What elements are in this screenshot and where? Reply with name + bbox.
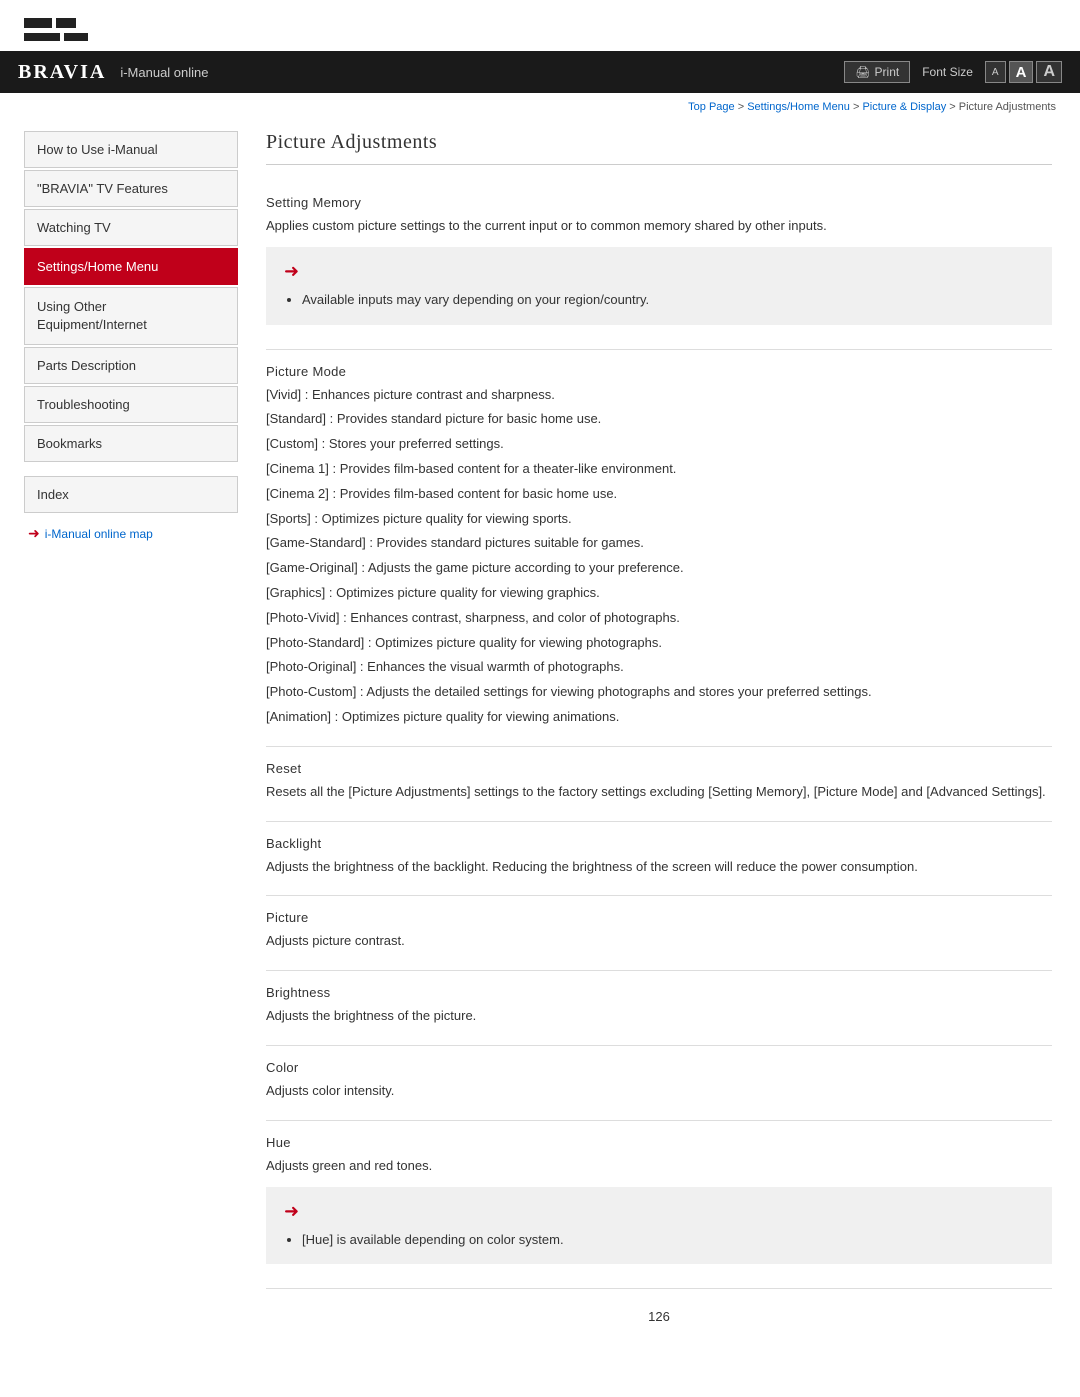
color-text: Adjusts color intensity. bbox=[266, 1081, 1052, 1102]
picture-mode-item-10: [Photo-Vivid] : Enhances contrast, sharp… bbox=[266, 608, 1052, 629]
section-color: Color Adjusts color intensity. bbox=[266, 1046, 1052, 1121]
section-title-backlight: Backlight bbox=[266, 836, 1052, 851]
section-title-color: Color bbox=[266, 1060, 1052, 1075]
sidebar-item-index[interactable]: Index bbox=[24, 476, 238, 513]
section-picture: Picture Adjusts picture contrast. bbox=[266, 896, 1052, 971]
hue-note-item: [Hue] is available depending on color sy… bbox=[302, 1230, 1034, 1251]
font-small-button[interactable]: A bbox=[985, 61, 1006, 83]
section-picture-mode: Picture Mode [Vivid] : Enhances picture … bbox=[266, 350, 1052, 747]
section-backlight: Backlight Adjusts the brightness of the … bbox=[266, 822, 1052, 897]
section-body-brightness: Adjusts the brightness of the picture. bbox=[266, 1006, 1052, 1027]
section-setting-memory: Setting Memory Applies custom picture se… bbox=[266, 181, 1052, 350]
breadcrumb-sep1: > bbox=[738, 101, 747, 113]
sidebar-item-watching-tv[interactable]: Watching TV bbox=[24, 209, 238, 246]
breadcrumb-picture-display[interactable]: Picture & Display bbox=[862, 101, 946, 113]
picture-mode-item-3: [Custom] : Stores your preferred setting… bbox=[266, 434, 1052, 455]
picture-mode-item-7: [Game-Standard] : Provides standard pict… bbox=[266, 533, 1052, 554]
page-number: 126 bbox=[266, 1309, 1052, 1324]
nav-right: 🖨 Print Font Size A A A bbox=[844, 61, 1062, 83]
font-medium-button[interactable]: A bbox=[1009, 61, 1034, 83]
breadcrumb-settings[interactable]: Settings/Home Menu bbox=[747, 101, 850, 113]
main-content: Picture Adjustments Setting Memory Appli… bbox=[238, 121, 1080, 1354]
print-icon: 🖨 bbox=[855, 65, 870, 79]
nav-subtitle: i-Manual online bbox=[120, 65, 208, 80]
sidebar-item-bookmarks[interactable]: Bookmarks bbox=[24, 425, 238, 462]
section-reset: Reset Resets all the [Picture Adjustment… bbox=[266, 747, 1052, 822]
picture-mode-item-14: [Animation] : Optimizes picture quality … bbox=[266, 707, 1052, 728]
imanual-map-link[interactable]: ➜ i-Manual online map bbox=[24, 525, 238, 542]
hue-text: Adjusts green and red tones. bbox=[266, 1156, 1052, 1177]
hue-note-arrow-icon: ➜ bbox=[284, 1201, 1034, 1222]
section-hue: Hue Adjusts green and red tones. ➜ [Hue]… bbox=[266, 1121, 1052, 1290]
breadcrumb-top[interactable]: Top Page bbox=[688, 101, 734, 113]
section-body-backlight: Adjusts the brightness of the backlight.… bbox=[266, 857, 1052, 878]
section-brightness: Brightness Adjusts the brightness of the… bbox=[266, 971, 1052, 1046]
section-title-hue: Hue bbox=[266, 1135, 1052, 1150]
hue-note: ➜ [Hue] is available depending on color … bbox=[266, 1187, 1052, 1265]
backlight-text: Adjusts the brightness of the backlight.… bbox=[266, 857, 1052, 878]
print-button[interactable]: 🖨 Print bbox=[844, 61, 910, 83]
setting-memory-note-item: Available inputs may vary depending on y… bbox=[302, 290, 1034, 311]
breadcrumb-current: Picture Adjustments bbox=[959, 101, 1056, 113]
section-title-picture-mode: Picture Mode bbox=[266, 364, 1052, 379]
section-body-setting-memory: Applies custom picture settings to the c… bbox=[266, 216, 1052, 237]
section-title-reset: Reset bbox=[266, 761, 1052, 776]
picture-mode-item-8: [Game-Original] : Adjusts the game pictu… bbox=[266, 558, 1052, 579]
sidebar-item-settings-home-menu[interactable]: Settings/Home Menu bbox=[24, 248, 238, 285]
brand-area: BRAVIA i-Manual online bbox=[18, 61, 209, 84]
sidebar-item-how-to-use[interactable]: How to Use i-Manual bbox=[24, 131, 238, 168]
sidebar-item-other-equipment[interactable]: Using OtherEquipment/Internet bbox=[24, 287, 238, 345]
picture-mode-item-2: [Standard] : Provides standard picture f… bbox=[266, 409, 1052, 430]
sidebar: How to Use i-Manual "BRAVIA" TV Features… bbox=[0, 121, 238, 1354]
picture-mode-item-6: [Sports] : Optimizes picture quality for… bbox=[266, 509, 1052, 530]
picture-mode-item-5: [Cinema 2] : Provides film-based content… bbox=[266, 484, 1052, 505]
section-body-hue: Adjusts green and red tones. bbox=[266, 1156, 1052, 1177]
setting-memory-text: Applies custom picture settings to the c… bbox=[266, 216, 1052, 237]
sidebar-item-troubleshooting[interactable]: Troubleshooting bbox=[24, 386, 238, 423]
section-title-picture: Picture bbox=[266, 910, 1052, 925]
breadcrumb: Top Page > Settings/Home Menu > Picture … bbox=[0, 93, 1080, 121]
picture-mode-item-13: [Photo-Custom] : Adjusts the detailed se… bbox=[266, 682, 1052, 703]
font-large-button[interactable]: A bbox=[1036, 61, 1062, 83]
logo-area bbox=[0, 0, 1080, 51]
section-body-reset: Resets all the [Picture Adjustments] set… bbox=[266, 782, 1052, 803]
map-link-label: i-Manual online map bbox=[45, 527, 153, 541]
picture-mode-item-12: [Photo-Original] : Enhances the visual w… bbox=[266, 657, 1052, 678]
picture-mode-item-4: [Cinema 1] : Provides film-based content… bbox=[266, 459, 1052, 480]
picture-text: Adjusts picture contrast. bbox=[266, 931, 1052, 952]
setting-memory-note: ➜ Available inputs may vary depending on… bbox=[266, 247, 1052, 325]
sony-logo bbox=[24, 18, 88, 41]
note-arrow-icon: ➜ bbox=[284, 261, 1034, 282]
page-title: Picture Adjustments bbox=[266, 131, 1052, 165]
brightness-text: Adjusts the brightness of the picture. bbox=[266, 1006, 1052, 1027]
sidebar-item-bravia-features[interactable]: "BRAVIA" TV Features bbox=[24, 170, 238, 207]
map-arrow-icon: ➜ bbox=[28, 525, 40, 542]
section-title-setting-memory: Setting Memory bbox=[266, 195, 1052, 210]
print-label: Print bbox=[875, 65, 900, 79]
picture-mode-item-1: [Vivid] : Enhances picture contrast and … bbox=[266, 385, 1052, 406]
font-size-label: Font Size bbox=[922, 65, 973, 79]
picture-mode-item-11: [Photo-Standard] : Optimizes picture qua… bbox=[266, 633, 1052, 654]
sidebar-item-parts-description[interactable]: Parts Description bbox=[24, 347, 238, 384]
font-size-controls: A A A bbox=[985, 61, 1062, 83]
section-body-color: Adjusts color intensity. bbox=[266, 1081, 1052, 1102]
main-layout: How to Use i-Manual "BRAVIA" TV Features… bbox=[0, 121, 1080, 1354]
nav-bar: BRAVIA i-Manual online 🖨 Print Font Size… bbox=[0, 51, 1080, 93]
section-title-brightness: Brightness bbox=[266, 985, 1052, 1000]
brand-name: BRAVIA bbox=[18, 61, 106, 84]
section-body-picture: Adjusts picture contrast. bbox=[266, 931, 1052, 952]
section-body-picture-mode: [Vivid] : Enhances picture contrast and … bbox=[266, 385, 1052, 728]
reset-text: Resets all the [Picture Adjustments] set… bbox=[266, 782, 1052, 803]
picture-mode-item-9: [Graphics] : Optimizes picture quality f… bbox=[266, 583, 1052, 604]
breadcrumb-sep3: > bbox=[949, 101, 958, 113]
